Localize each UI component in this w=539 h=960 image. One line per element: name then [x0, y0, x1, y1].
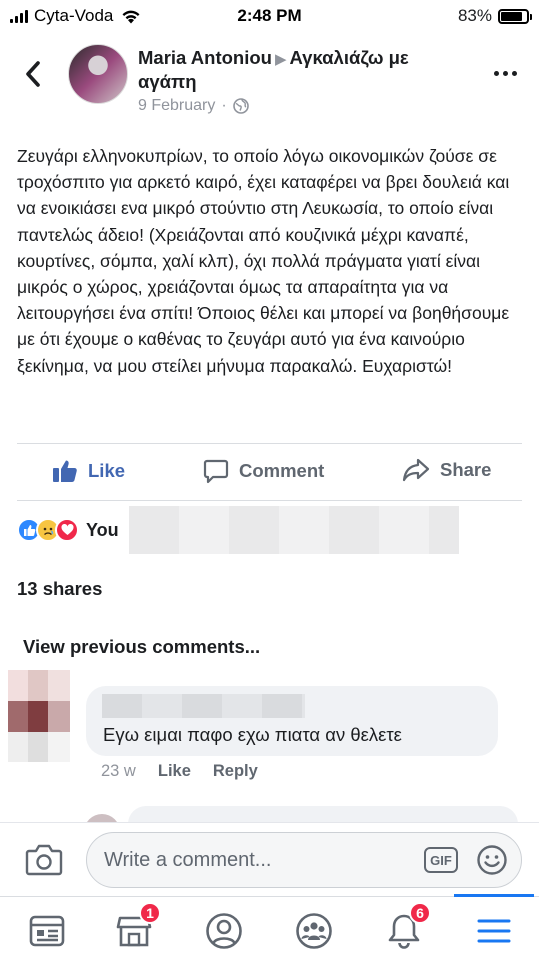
hamburger-menu-icon	[477, 919, 511, 943]
news-feed-icon	[29, 915, 65, 947]
divider	[17, 443, 522, 444]
comment-button[interactable]: Comment	[203, 458, 324, 484]
battery-percent: 83%	[457, 6, 492, 25]
shares-count[interactable]: 13 shares	[17, 578, 102, 600]
tab-news-feed[interactable]	[27, 911, 67, 951]
reaction-icons	[17, 518, 79, 542]
like-label: Like	[88, 460, 126, 481]
comment-text: Εγω ειμαι παφο εχω πιατα αν θελετε	[103, 724, 402, 745]
view-previous-comments[interactable]: View previous comments...	[23, 636, 260, 658]
reactions-summary[interactable]: You	[17, 508, 119, 552]
tab-marketplace[interactable]: 1	[114, 902, 161, 951]
comment-bubble-icon	[203, 459, 229, 484]
tab-groups[interactable]	[294, 911, 334, 951]
camera-icon[interactable]	[25, 843, 63, 877]
author-line: Maria Antoniou ▶ Αγκαλιάζω με αγάπη	[138, 47, 468, 93]
comment-meta: 23 w Like Reply	[101, 762, 258, 781]
comment-reply-link[interactable]: Reply	[213, 762, 258, 781]
battery-icon	[498, 8, 532, 24]
comment-label: Comment	[239, 460, 325, 481]
reactions-you: You	[86, 519, 119, 540]
divider	[17, 500, 522, 501]
comment-composer: GIF	[0, 822, 539, 896]
like-button[interactable]: Like	[52, 458, 125, 484]
thumbs-up-icon	[53, 460, 77, 482]
status-bar: Cyta-Voda 2:48 PM 83%	[0, 0, 539, 32]
marketplace-badge: 1	[139, 902, 161, 924]
profile-icon	[206, 913, 242, 949]
active-tab-indicator	[454, 894, 534, 897]
post-meta: 9 February ·	[138, 97, 249, 115]
gif-button[interactable]: GIF	[424, 847, 458, 873]
post-header: Maria Antoniou ▶ Αγκαλιάζω με αγάπη 9 Febr…	[0, 38, 539, 116]
globe-icon	[232, 98, 249, 114]
triangle-right-icon: ▶	[274, 51, 287, 68]
tab-menu[interactable]	[474, 911, 514, 951]
back-arrow-icon[interactable]	[20, 58, 48, 90]
groups-icon	[296, 913, 332, 949]
author-avatar[interactable]	[68, 44, 128, 104]
redacted-reactions	[129, 506, 459, 554]
comment-like-link[interactable]: Like	[158, 762, 191, 781]
tab-profile[interactable]	[204, 911, 244, 951]
comment-bubble[interactable]: Εγω ειμαι παφο εχω πιατα αν θελετε	[86, 686, 498, 756]
share-label: Share	[440, 459, 492, 480]
comment-time: 23 w	[101, 762, 136, 780]
meta-separator: ·	[221, 97, 227, 114]
post-text: Ζευγάρι ελληνοκυπρίων, το οποίο λόγω οικ…	[17, 146, 510, 376]
notifications-badge: 6	[409, 902, 431, 924]
post-actions: Like Comment Share	[0, 447, 539, 497]
status-right: 83%	[457, 6, 532, 26]
commenter-avatar[interactable]	[8, 670, 70, 762]
more-options-icon[interactable]	[494, 71, 517, 76]
share-button[interactable]: Share	[402, 458, 491, 482]
redacted-commenter-name	[102, 694, 305, 718]
love-reaction-icon	[55, 518, 79, 542]
share-arrow-icon	[402, 458, 430, 482]
section-gap	[0, 561, 539, 567]
tab-notifications[interactable]: 6	[384, 902, 431, 951]
post-date[interactable]: 9 February	[138, 97, 215, 115]
author-name[interactable]: Maria Antoniou	[138, 47, 272, 68]
emoji-icon[interactable]	[476, 844, 508, 876]
bottom-tab-bar: 1 6	[0, 894, 539, 960]
